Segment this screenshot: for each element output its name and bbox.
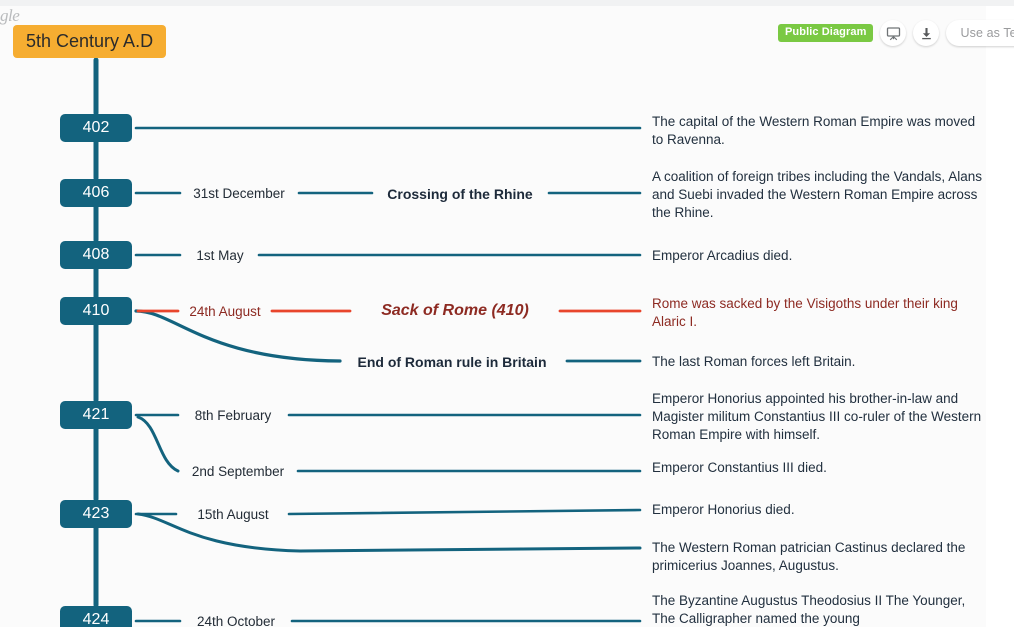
year-box-402[interactable]: 402 [60, 114, 132, 142]
date-label-421-second[interactable]: 2nd September [192, 464, 284, 479]
event-label-sack-of-rome[interactable]: Sack of Rome (410) [381, 302, 529, 320]
description-423-second[interactable]: The Western Roman patrician Castinus dec… [652, 539, 982, 575]
presentation-screen-icon [885, 25, 902, 42]
date-label-423[interactable]: 15th August [197, 507, 268, 522]
description-408[interactable]: Emperor Arcadius died. [652, 247, 982, 265]
download-button[interactable] [913, 20, 940, 46]
description-410[interactable]: Rome was sacked by the Visigoths under t… [652, 295, 982, 331]
year-box-408[interactable]: 408 [60, 241, 132, 269]
date-label-408[interactable]: 1st May [196, 248, 243, 263]
description-424[interactable]: The Byzantine Augustus Theodosius II The… [652, 592, 982, 627]
year-box-424[interactable]: 424 [60, 606, 132, 627]
use-as-template-button[interactable]: Use as Tem [946, 20, 1014, 46]
date-label-424[interactable]: 24th October [197, 614, 275, 627]
description-end-of-roman-rule[interactable]: The last Roman forces left Britain. [652, 353, 982, 371]
download-arrow-icon [918, 25, 935, 42]
date-label-421[interactable]: 8th February [195, 408, 272, 423]
public-diagram-badge: Public Diagram [778, 24, 874, 42]
event-label-crossing-of-the-rhine[interactable]: Crossing of the Rhine [387, 186, 532, 202]
canvas-right-gutter [986, 6, 1014, 627]
year-box-423[interactable]: 423 [60, 500, 132, 528]
year-box-410[interactable]: 410 [60, 297, 132, 325]
description-421[interactable]: Emperor Honorius appointed his brother-i… [652, 390, 982, 444]
diagram-title[interactable]: 5th Century A.D [13, 25, 167, 58]
description-406[interactable]: A coalition of foreign tribes including … [652, 168, 982, 222]
present-button[interactable] [880, 20, 907, 46]
event-label-end-of-roman-rule-in-britain[interactable]: End of Roman rule in Britain [357, 354, 546, 370]
timeline-page: gle Public Diagram Use as Te 5th Century… [0, 0, 1014, 627]
year-box-406[interactable]: 406 [60, 179, 132, 207]
description-423[interactable]: Emperor Honorius died. [652, 501, 982, 519]
year-box-421[interactable]: 421 [60, 401, 132, 429]
diagram-toolbar: Public Diagram Use as Tem [778, 20, 1014, 46]
google-watermark: gle [0, 6, 20, 25]
date-label-410[interactable]: 24th August [189, 304, 260, 319]
date-label-406[interactable]: 31st December [193, 186, 285, 201]
description-421-second[interactable]: Emperor Constantius III died. [652, 459, 982, 477]
description-402[interactable]: The capital of the Western Roman Empire … [652, 113, 982, 149]
